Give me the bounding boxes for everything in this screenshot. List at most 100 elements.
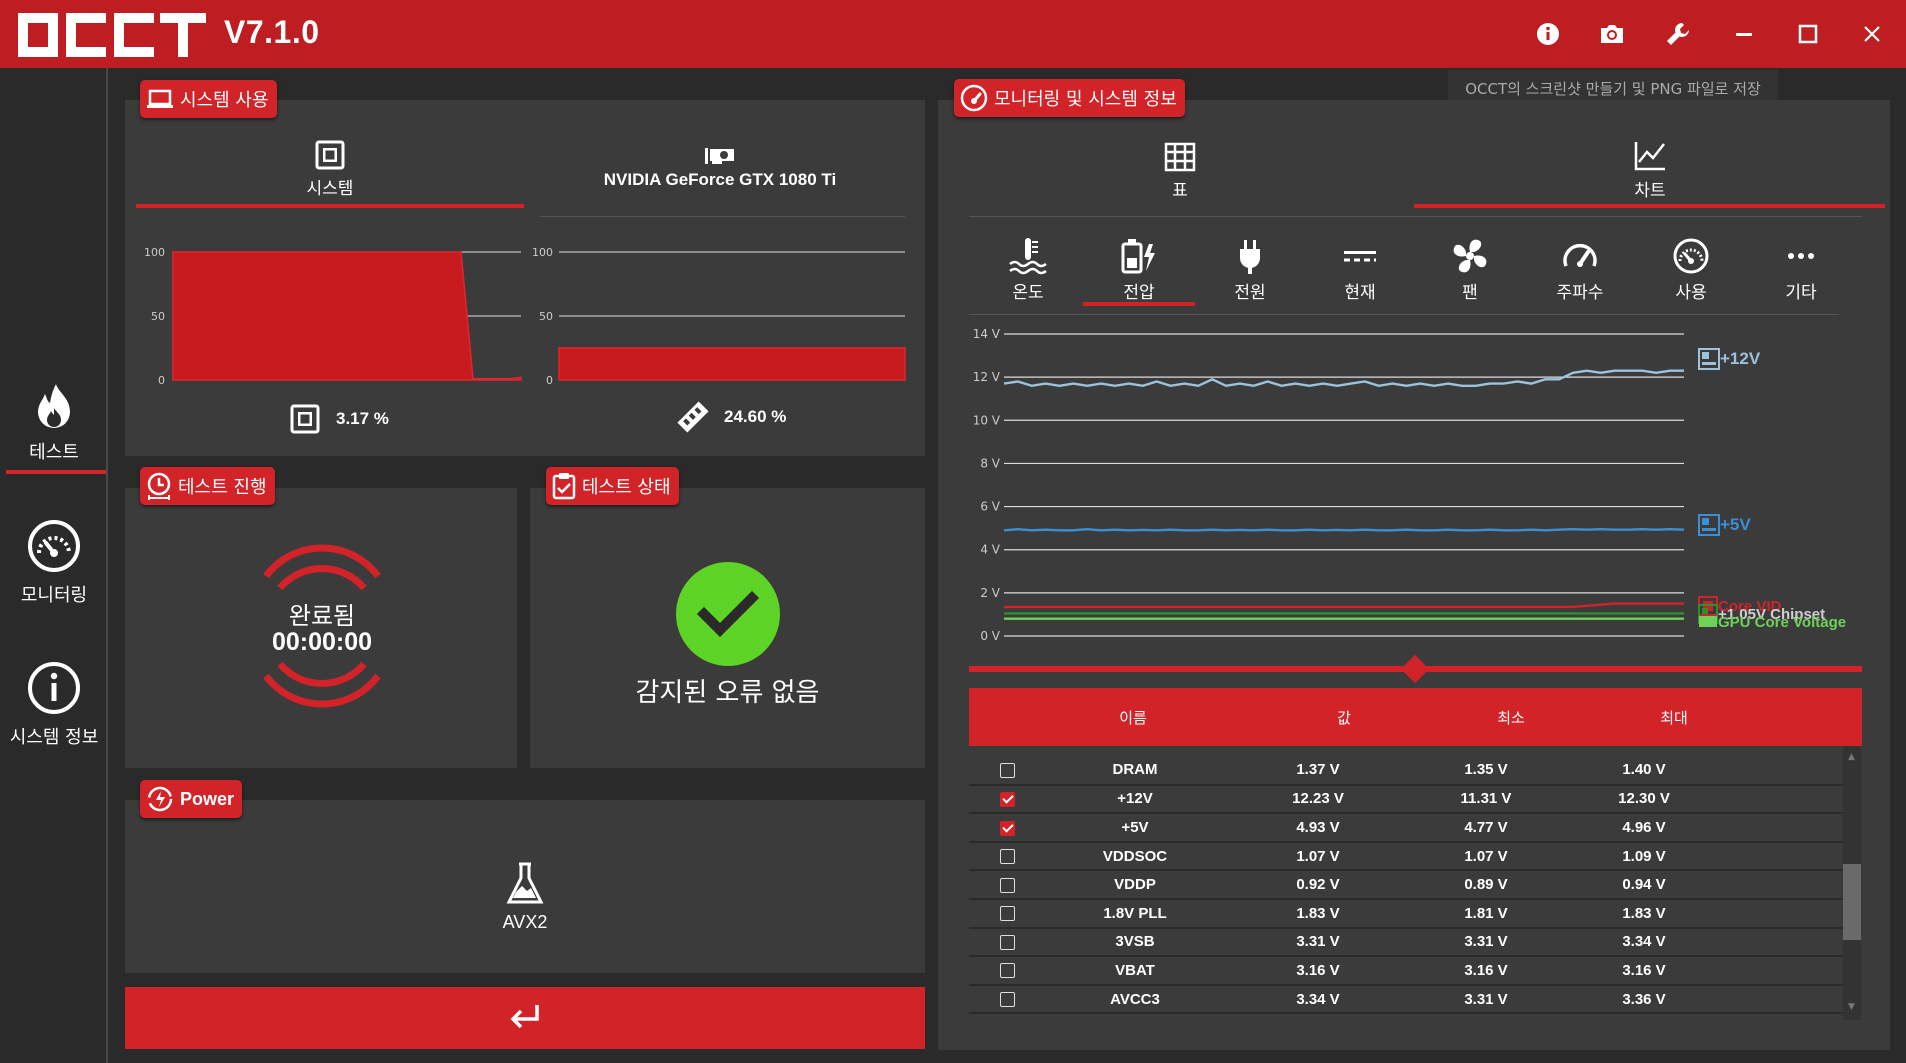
sidebar-item-label: 모니터링 <box>20 585 88 606</box>
table-row[interactable]: +12V 12.23 V 11.31 V 12.30 V <box>969 784 1843 815</box>
y-tick-label: 0 V <box>980 629 1000 643</box>
legend-label: +5V <box>1720 515 1751 534</box>
sidebar-item-test[interactable]: 테스트 <box>0 368 108 478</box>
active-tab-indicator <box>136 204 524 208</box>
status-message: 감지된 오류 없음 <box>635 678 820 708</box>
cell-max: 1.40 V <box>1561 756 1727 786</box>
flame-icon <box>38 384 70 428</box>
row-checkbox[interactable] <box>999 877 1015 893</box>
subtab-frequency[interactable]: 주파수 <box>1532 236 1628 303</box>
row-spacer <box>1727 870 1843 900</box>
subtab-fan[interactable]: 팬 <box>1422 236 1518 303</box>
subtab-current[interactable]: 현재 <box>1312 236 1408 303</box>
info-icon[interactable] <box>1528 14 1568 54</box>
column-header-value[interactable]: 값 <box>1304 707 1384 728</box>
subtab-usage[interactable]: 사용 <box>1643 236 1739 303</box>
table-row[interactable]: +5V 4.93 V 4.77 V 4.96 V <box>969 813 1843 843</box>
cell-min: 3.31 V <box>1411 927 1561 958</box>
progress-time: 00:00:00 <box>271 628 373 656</box>
tab-gpu[interactable]: NVIDIA GeForce GTX 1080 Ti <box>560 146 880 190</box>
power-tag: Power <box>140 780 243 818</box>
row-checkbox-cell <box>969 956 1045 986</box>
chart-icon <box>1634 142 1665 171</box>
column-header-min[interactable]: 최소 <box>1471 707 1551 728</box>
cell-min: 4.77 V <box>1411 813 1561 843</box>
cell-max: 3.16 V <box>1561 956 1727 986</box>
row-spacer <box>1727 984 1843 1015</box>
divider <box>969 216 1862 217</box>
table-scrollbar[interactable]: ▲ ▼ <box>1843 746 1861 1020</box>
gpu-usage-stat: 24.60 % <box>676 400 786 434</box>
y-tick-label: 14 V <box>973 327 1001 341</box>
memory-stick-icon <box>677 401 709 433</box>
sidebar-item-system-info[interactable]: 시스템 정보 <box>0 650 108 760</box>
subtab-temperature[interactable]: 온도 <box>980 236 1076 303</box>
row-checkbox[interactable] <box>999 849 1015 865</box>
tab-chart[interactable]: 차트 <box>1600 140 1700 201</box>
active-subtab-indicator <box>1083 302 1195 306</box>
column-header-name[interactable]: 이름 <box>1093 707 1173 728</box>
subtab-voltage[interactable]: 전압 <box>1091 236 1187 303</box>
sidebar-item-label: 시스템 정보 <box>9 727 99 748</box>
row-checkbox[interactable] <box>999 906 1015 922</box>
run-button[interactable] <box>125 987 925 1049</box>
cell-max: 1.83 V <box>1561 898 1727 929</box>
row-checkbox[interactable] <box>999 992 1015 1008</box>
test-status-tag: 테스트 상태 <box>546 467 679 505</box>
y-tick-label: 50 <box>539 310 553 323</box>
tab-system[interactable]: 시스템 <box>280 140 380 199</box>
row-checkbox-cell <box>969 870 1045 900</box>
gpu-icon <box>1699 616 1717 627</box>
maximize-icon[interactable] <box>1788 14 1828 54</box>
scroll-down-icon[interactable]: ▼ <box>1848 1002 1855 1012</box>
cell-max: 1.09 V <box>1561 841 1727 872</box>
cell-value: 3.34 V <box>1225 984 1411 1015</box>
cell-name: AVCC3 <box>1045 984 1225 1015</box>
table-icon <box>1164 142 1196 172</box>
series-line--5v <box>1003 527 1685 532</box>
cell-value: 3.31 V <box>1225 927 1411 958</box>
table-row[interactable]: VBAT 3.16 V 3.16 V 3.16 V <box>969 956 1843 986</box>
cell-name: 1.8V PLL <box>1045 898 1225 929</box>
cell-min: 0.89 V <box>1411 870 1561 900</box>
table-row[interactable]: VDDSOC 1.07 V 1.07 V 1.09 V <box>969 841 1843 872</box>
row-checkbox[interactable] <box>999 934 1015 950</box>
subtab-other[interactable]: 기타 <box>1753 236 1849 303</box>
sidebar-item-monitoring[interactable]: 모니터링 <box>0 508 108 618</box>
avx-mode[interactable]: AVX2 <box>475 862 575 933</box>
tab-table[interactable]: 표 <box>1130 142 1230 201</box>
table-row[interactable]: 3VSB 3.31 V 3.31 V 3.34 V <box>969 927 1843 958</box>
row-checkbox[interactable] <box>999 791 1015 807</box>
table-row[interactable]: VDDP 0.92 V 0.89 V 0.94 V <box>969 870 1843 900</box>
usage-gauge-icon <box>1673 238 1709 274</box>
table-row[interactable]: 1.8V PLL 1.83 V 1.81 V 1.83 V <box>969 898 1843 929</box>
camera-icon[interactable] <box>1592 14 1632 54</box>
row-spacer <box>1727 813 1843 843</box>
scrollbar-thumb[interactable] <box>1843 864 1861 940</box>
sidebar-item-label: 테스트 <box>29 442 79 463</box>
y-tick-label: 12 V <box>973 370 1001 384</box>
test-progress-tag: 테스트 진행 <box>140 467 275 505</box>
subtab-label: 팬 <box>1462 283 1478 303</box>
close-icon[interactable] <box>1852 14 1892 54</box>
table-row[interactable]: DRAM 1.37 V 1.35 V 1.40 V <box>969 756 1843 786</box>
y-tick-label: 4 V <box>980 543 1000 557</box>
column-header-max[interactable]: 최대 <box>1634 707 1714 728</box>
version-label: V7.1.0 <box>224 14 320 50</box>
subtab-power[interactable]: 전원 <box>1202 236 1298 303</box>
minimize-icon[interactable] <box>1724 14 1764 54</box>
sensor-table: DRAM 1.37 V 1.35 V 1.40 V +12V 12.23 V 11.31 V… <box>969 756 1843 1015</box>
cell-value: 0.92 V <box>1225 870 1411 900</box>
scroll-up-icon[interactable]: ▲ <box>1848 752 1855 762</box>
sidebar: 테스트 모니터링 시스템 정보 <box>0 68 108 1063</box>
wrench-icon[interactable] <box>1658 14 1698 54</box>
subtab-label: 주파수 <box>1556 283 1604 303</box>
row-spacer <box>1727 784 1843 815</box>
row-checkbox[interactable] <box>999 762 1015 778</box>
row-checkbox[interactable] <box>999 820 1015 836</box>
row-checkbox[interactable] <box>999 963 1015 979</box>
table-row[interactable]: AVCC3 3.34 V 3.31 V 3.36 V <box>969 984 1843 1015</box>
sensor-table-header: 이름 값 최소 최대 <box>969 688 1862 746</box>
legend-label: GPU Core Voltage <box>1718 613 1847 631</box>
y-tick-label: 10 V <box>973 413 1001 427</box>
